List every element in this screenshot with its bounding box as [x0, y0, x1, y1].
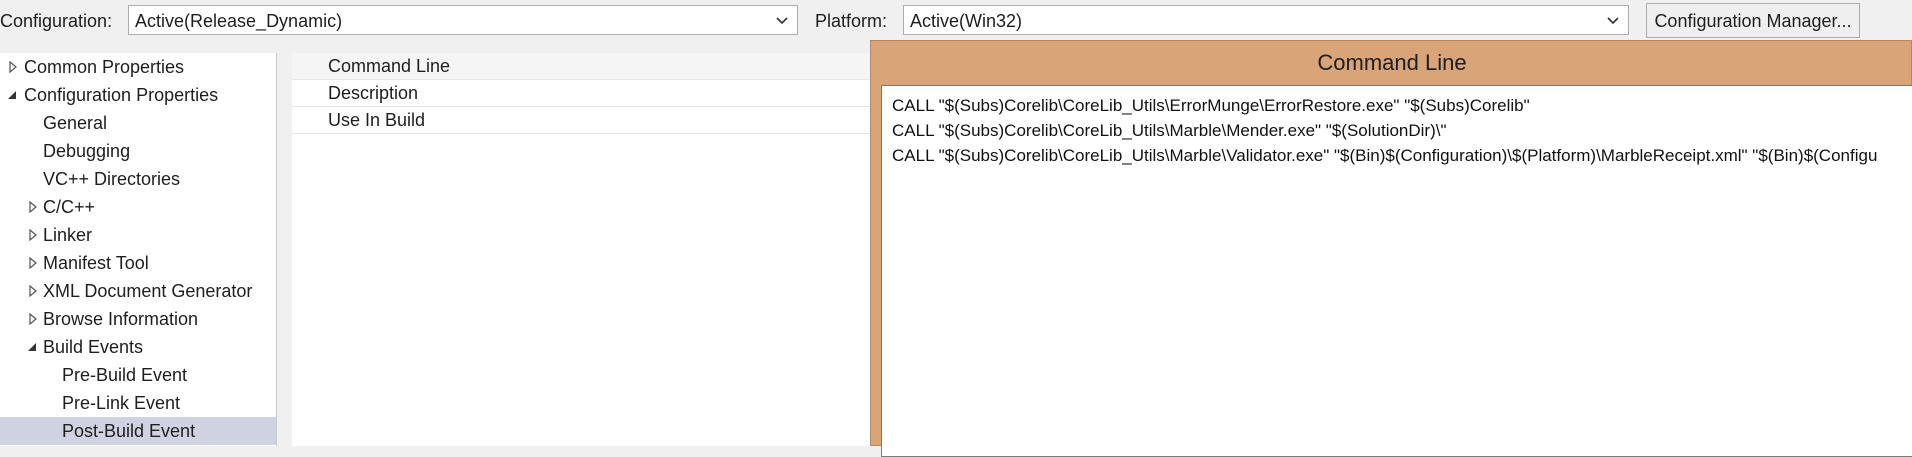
tree-item-label: XML Document Generator	[43, 281, 253, 301]
tree-item-label: Pre-Build Event	[62, 365, 188, 385]
expand-arrow-icon[interactable]	[28, 313, 38, 325]
tree-item[interactable]: Pre-Link Event	[0, 389, 276, 417]
property-row[interactable]: Description	[292, 80, 932, 107]
tree-item[interactable]: Build Events	[0, 333, 276, 361]
configuration-manager-button[interactable]: Configuration Manager...	[1646, 3, 1860, 38]
command-line-editor[interactable]: CALL "$(Subs)Corelib\CoreLib_Utils\Error…	[881, 85, 1912, 457]
property-grid: Command Line Description Use In Build	[292, 53, 932, 446]
command-line-text: CALL "$(Subs)Corelib\CoreLib_Utils\Marbl…	[892, 146, 1878, 165]
tree-item[interactable]: Pre-Build Event	[0, 361, 276, 389]
dialog-title: Command Line	[1317, 50, 1467, 75]
configuration-dropdown[interactable]: Active(Release_Dynamic)	[128, 5, 798, 35]
tree-item[interactable]: Common Properties	[0, 53, 276, 81]
tree-item-label: VC++ Directories	[43, 169, 181, 189]
tree-item[interactable]: General	[0, 109, 276, 137]
command-line-text: CALL "$(Subs)Corelib\CoreLib_Utils\Error…	[892, 96, 1530, 115]
collapse-arrow-icon[interactable]	[28, 341, 38, 353]
command-line-text: CALL "$(Subs)Corelib\CoreLib_Utils\Marbl…	[892, 121, 1447, 140]
property-name: Use In Build	[328, 110, 426, 130]
tree-item-label: General	[43, 113, 108, 133]
tree-item-label: Configuration Properties	[24, 85, 219, 105]
chevron-down-icon	[1607, 17, 1619, 25]
configuration-value: Active(Release_Dynamic)	[135, 11, 343, 31]
expand-arrow-icon[interactable]	[28, 257, 38, 269]
tree-item-label: Common Properties	[24, 57, 185, 77]
tree-item[interactable]: Manifest Tool	[0, 249, 276, 277]
expand-arrow-icon[interactable]	[28, 229, 38, 241]
tree-item-label: Post-Build Event	[62, 421, 196, 441]
property-row[interactable]: Command Line	[292, 53, 932, 80]
tree-item-label: Build Events	[43, 337, 144, 357]
expand-arrow-icon[interactable]	[28, 285, 38, 297]
property-tree: Common Properties Configuration Propertie…	[0, 53, 277, 446]
tree-item-label: C/C++	[43, 197, 96, 217]
property-name: Command Line	[328, 56, 451, 76]
tree-item[interactable]: C/C++	[0, 193, 276, 221]
tree-item-label: Pre-Link Event	[62, 393, 181, 413]
command-line-dialog: Command Line CALL "$(Subs)Corelib\CoreLi…	[870, 40, 1912, 457]
platform-dropdown[interactable]: Active(Win32)	[903, 5, 1629, 35]
tree-item[interactable]: Debugging	[0, 137, 276, 165]
expand-arrow-icon[interactable]	[28, 201, 38, 213]
platform-label: Platform:	[815, 11, 888, 31]
tree-item[interactable]: VC++ Directories	[0, 165, 276, 193]
property-name: Description	[328, 83, 419, 103]
chevron-down-icon	[776, 17, 788, 25]
expand-arrow-icon[interactable]	[8, 61, 18, 73]
tree-item[interactable]: Post-Build Event	[0, 417, 276, 445]
platform-value: Active(Win32)	[910, 11, 1023, 31]
tree-item-label: Debugging	[43, 141, 131, 161]
property-row[interactable]: Use In Build	[292, 107, 932, 134]
tree-item-label: Manifest Tool	[43, 253, 149, 273]
tree-item[interactable]: XML Document Generator	[0, 277, 276, 305]
tree-item-label: Linker	[43, 225, 93, 245]
configuration-label: Configuration:	[0, 11, 113, 31]
collapse-arrow-icon[interactable]	[8, 89, 18, 101]
tree-item[interactable]: Linker	[0, 221, 276, 249]
tree-item-label: Browse Information	[43, 309, 199, 329]
tree-item[interactable]: Browse Information	[0, 305, 276, 333]
tree-item[interactable]: Configuration Properties	[0, 81, 276, 109]
